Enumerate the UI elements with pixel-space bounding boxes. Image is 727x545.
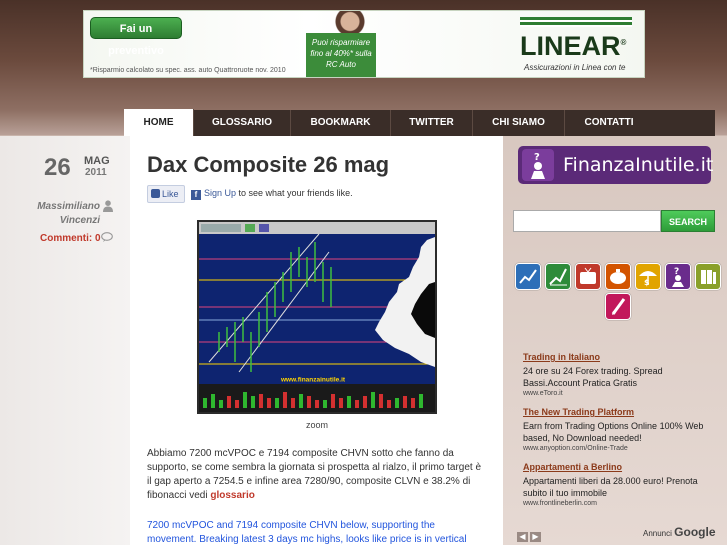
ad-pagination: ◀ ▶ — [517, 526, 543, 544]
paragraph-it-text: Abbiamo 7200 mcVPOC e 7194 composite CHV… — [147, 448, 482, 501]
site-logo[interactable]: ? FinanzaInutile.it — [518, 146, 714, 184]
like-label: Like — [162, 189, 179, 199]
ad-url[interactable]: www.frontlineberlin.com — [523, 500, 713, 507]
ad-item[interactable]: Trading in Italiano 24 ore su 24 Forex t… — [523, 352, 713, 397]
ad-title[interactable]: Appartamenti a Berlino — [523, 462, 713, 472]
like-thumb-icon — [151, 189, 160, 198]
author-first-name: Massimiliano — [37, 201, 100, 212]
facebook-icon: f — [191, 190, 201, 200]
ad-body: Appartamenti liberi da 28.000 euro! Pren… — [523, 476, 698, 498]
ad-title[interactable]: The New Trading Platform — [523, 407, 713, 417]
next-ad-arrow-icon[interactable]: ▶ — [530, 532, 541, 542]
sidebar: ? FinanzaInutile.it SEARCH $ ? Trading i… — [503, 136, 727, 545]
pen-icon[interactable] — [605, 293, 631, 320]
brand-name: LINEAR — [520, 31, 621, 61]
comments-link[interactable]: Commenti: 0 — [40, 233, 101, 244]
banner-promo-text: Puoi risparmiare fino al 40%* sulla RC A… — [306, 33, 376, 77]
search-button[interactable]: SEARCH — [661, 210, 715, 232]
zoom-caption[interactable]: zoom — [306, 420, 328, 430]
chart-icon[interactable] — [515, 263, 541, 290]
user-icon — [103, 200, 113, 212]
comment-bubble-icon — [101, 232, 113, 242]
post-year: 2011 — [85, 167, 107, 178]
market-profile-chart-image[interactable]: www.finanzainutile.it — [197, 220, 437, 414]
ad-body: Earn from Trading Options Online 100% We… — [523, 421, 704, 443]
svg-text:?: ? — [534, 152, 540, 163]
site-logo-text: FinanzaInutile.it — [563, 154, 714, 176]
post-day: 26 — [44, 154, 71, 181]
brand-stripes-logo — [520, 17, 632, 27]
books-icon[interactable] — [695, 263, 721, 290]
previous-ad-arrow-icon[interactable]: ◀ — [517, 532, 528, 542]
signup-rest: to see what your friends like. — [236, 188, 353, 198]
question-man-icon[interactable]: ? — [665, 263, 691, 290]
tab-twitter[interactable]: TWITTER — [391, 110, 473, 136]
post-meta: 26 MAG 2011 Massimiliano Vincenzi Commen… — [0, 136, 130, 545]
glossario-link[interactable]: glossario — [210, 490, 254, 501]
google-wordmark: Google — [674, 525, 716, 539]
sponsored-ads: Trading in Italiano 24 ore su 24 Forex t… — [523, 352, 713, 517]
svg-text:$: $ — [644, 278, 650, 287]
brand-tagline: Assicurazioni in Linea con te — [524, 63, 626, 72]
search-input[interactable] — [513, 210, 661, 232]
tv-icon[interactable] — [575, 263, 601, 290]
facebook-like-button[interactable]: Like — [147, 185, 185, 203]
ad-title[interactable]: Trading in Italiano — [523, 352, 713, 362]
question-man-logo-icon: ? — [522, 149, 554, 181]
piggy-bank-icon[interactable] — [605, 263, 631, 290]
post-author[interactable]: Massimiliano Vincenzi — [10, 200, 114, 228]
quote-button[interactable]: Fai un preventivo — [90, 17, 182, 57]
post-paragraph-english: 7200 mcVPOC and 7194 composite CHVN belo… — [147, 520, 467, 545]
author-last-name: Vincenzi — [59, 215, 100, 226]
insurance-banner-ad[interactable]: Fai un preventivo *Risparmio calcolato s… — [83, 10, 645, 78]
ad-item[interactable]: Appartamenti a Berlino Appartamenti libe… — [523, 462, 713, 507]
tab-chi-siamo[interactable]: CHI SIAMO — [473, 110, 565, 136]
post-paragraph-italian: Abbiamo 7200 mcVPOC e 7194 composite CHV… — [147, 447, 487, 503]
umbrella-money-icon[interactable]: $ — [635, 263, 661, 290]
chart-watermark: www.finanzainutile.it — [280, 377, 346, 384]
ad-item[interactable]: The New Trading Platform Earn from Tradi… — [523, 407, 713, 452]
google-ads-label[interactable]: Annunci Google — [643, 525, 716, 539]
post-content: 26 MAG 2011 Massimiliano Vincenzi Commen… — [0, 136, 503, 545]
ad-url[interactable]: www.anyoption.com/Online-Trade — [523, 445, 713, 452]
ad-body: 24 ore su 24 Forex trading. Spread Bassi… — [523, 366, 663, 388]
brand-logo: LINEAR® — [520, 31, 626, 62]
brand-registered-mark: ® — [620, 38, 627, 47]
banner-disclaimer: *Risparmio calcolato su spec. ass. auto … — [90, 67, 286, 74]
tab-home[interactable]: HOME — [124, 109, 194, 136]
tab-bookmark[interactable]: BOOKMARK — [291, 110, 391, 136]
chart-screenshot: www.finanzainutile.it — [199, 222, 435, 412]
annunci-label: Annunci — [643, 529, 672, 538]
post-title[interactable]: Dax Composite 26 mag — [147, 152, 389, 178]
ad-url[interactable]: www.eToro.it — [523, 390, 713, 397]
tab-contatti[interactable]: CONTATTI — [565, 110, 653, 136]
post-month: MAG — [84, 155, 110, 167]
signup-link[interactable]: Sign Up — [204, 188, 236, 198]
growth-chart-icon[interactable] — [545, 263, 571, 290]
main-nav: HOME GLOSSARIO BOOKMARK TWITTER CHI SIAM… — [124, 109, 715, 136]
tab-glossario[interactable]: GLOSSARIO — [194, 110, 291, 136]
facebook-signup-text: f Sign Up to see what your friends like. — [191, 188, 353, 200]
